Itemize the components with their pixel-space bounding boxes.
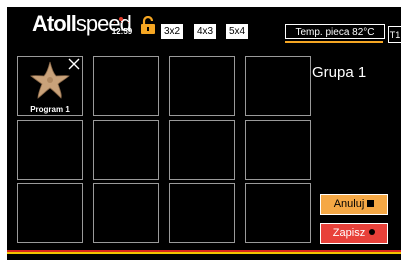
save-button[interactable]: Zapisz — [320, 223, 388, 244]
program-tile[interactable]: Program 1 — [17, 56, 83, 116]
program-tile[interactable] — [93, 183, 159, 243]
top-bar: Atollspeed · · · 12:59 3x2 4x3 5x4 Temp.… — [7, 7, 402, 45]
flag-stripe-yellow — [7, 252, 401, 254]
program-tile[interactable] — [169, 56, 235, 116]
record-dot-icon — [369, 229, 376, 235]
program-tile[interactable] — [17, 120, 83, 180]
cancel-label: Anuluj — [333, 198, 365, 210]
program-tile[interactable] — [245, 183, 311, 243]
app-screen: Atollspeed · · · 12:59 3x2 4x3 5x4 Temp.… — [7, 7, 402, 260]
clock-indicator-dots: · · · — [113, 18, 131, 27]
program-tile[interactable] — [169, 120, 235, 180]
oven-id-badge[interactable]: T1 — [388, 26, 402, 43]
program-label: Program 1 — [30, 105, 70, 114]
close-icon[interactable] — [67, 57, 81, 71]
program-tile[interactable] — [245, 56, 311, 116]
clock: · · · 12:59 — [110, 17, 134, 39]
logo-bold: Atoll — [32, 11, 77, 36]
grid-4x3-button[interactable]: 4x3 — [194, 24, 217, 39]
starfish-icon — [30, 61, 70, 99]
program-tile[interactable] — [17, 183, 83, 243]
save-label: Zapisz — [332, 227, 366, 239]
program-tile[interactable] — [93, 56, 159, 116]
open-lock-icon[interactable] — [140, 16, 156, 34]
group-title: Grupa 1 — [312, 64, 367, 81]
program-tile[interactable] — [169, 183, 235, 243]
oven-temperature: Temp. pieca 82°C — [285, 24, 385, 39]
grid-5x4-button[interactable]: 5x4 — [226, 24, 249, 39]
temperature-indicator-bar — [285, 41, 383, 43]
program-tile[interactable] — [93, 120, 159, 180]
clock-time: 12:59 — [111, 27, 133, 36]
program-tile[interactable] — [245, 120, 311, 180]
stop-square-icon — [367, 200, 375, 207]
cancel-button[interactable]: Anuluj — [320, 194, 388, 215]
grid-3x2-button[interactable]: 3x2 — [161, 24, 184, 39]
